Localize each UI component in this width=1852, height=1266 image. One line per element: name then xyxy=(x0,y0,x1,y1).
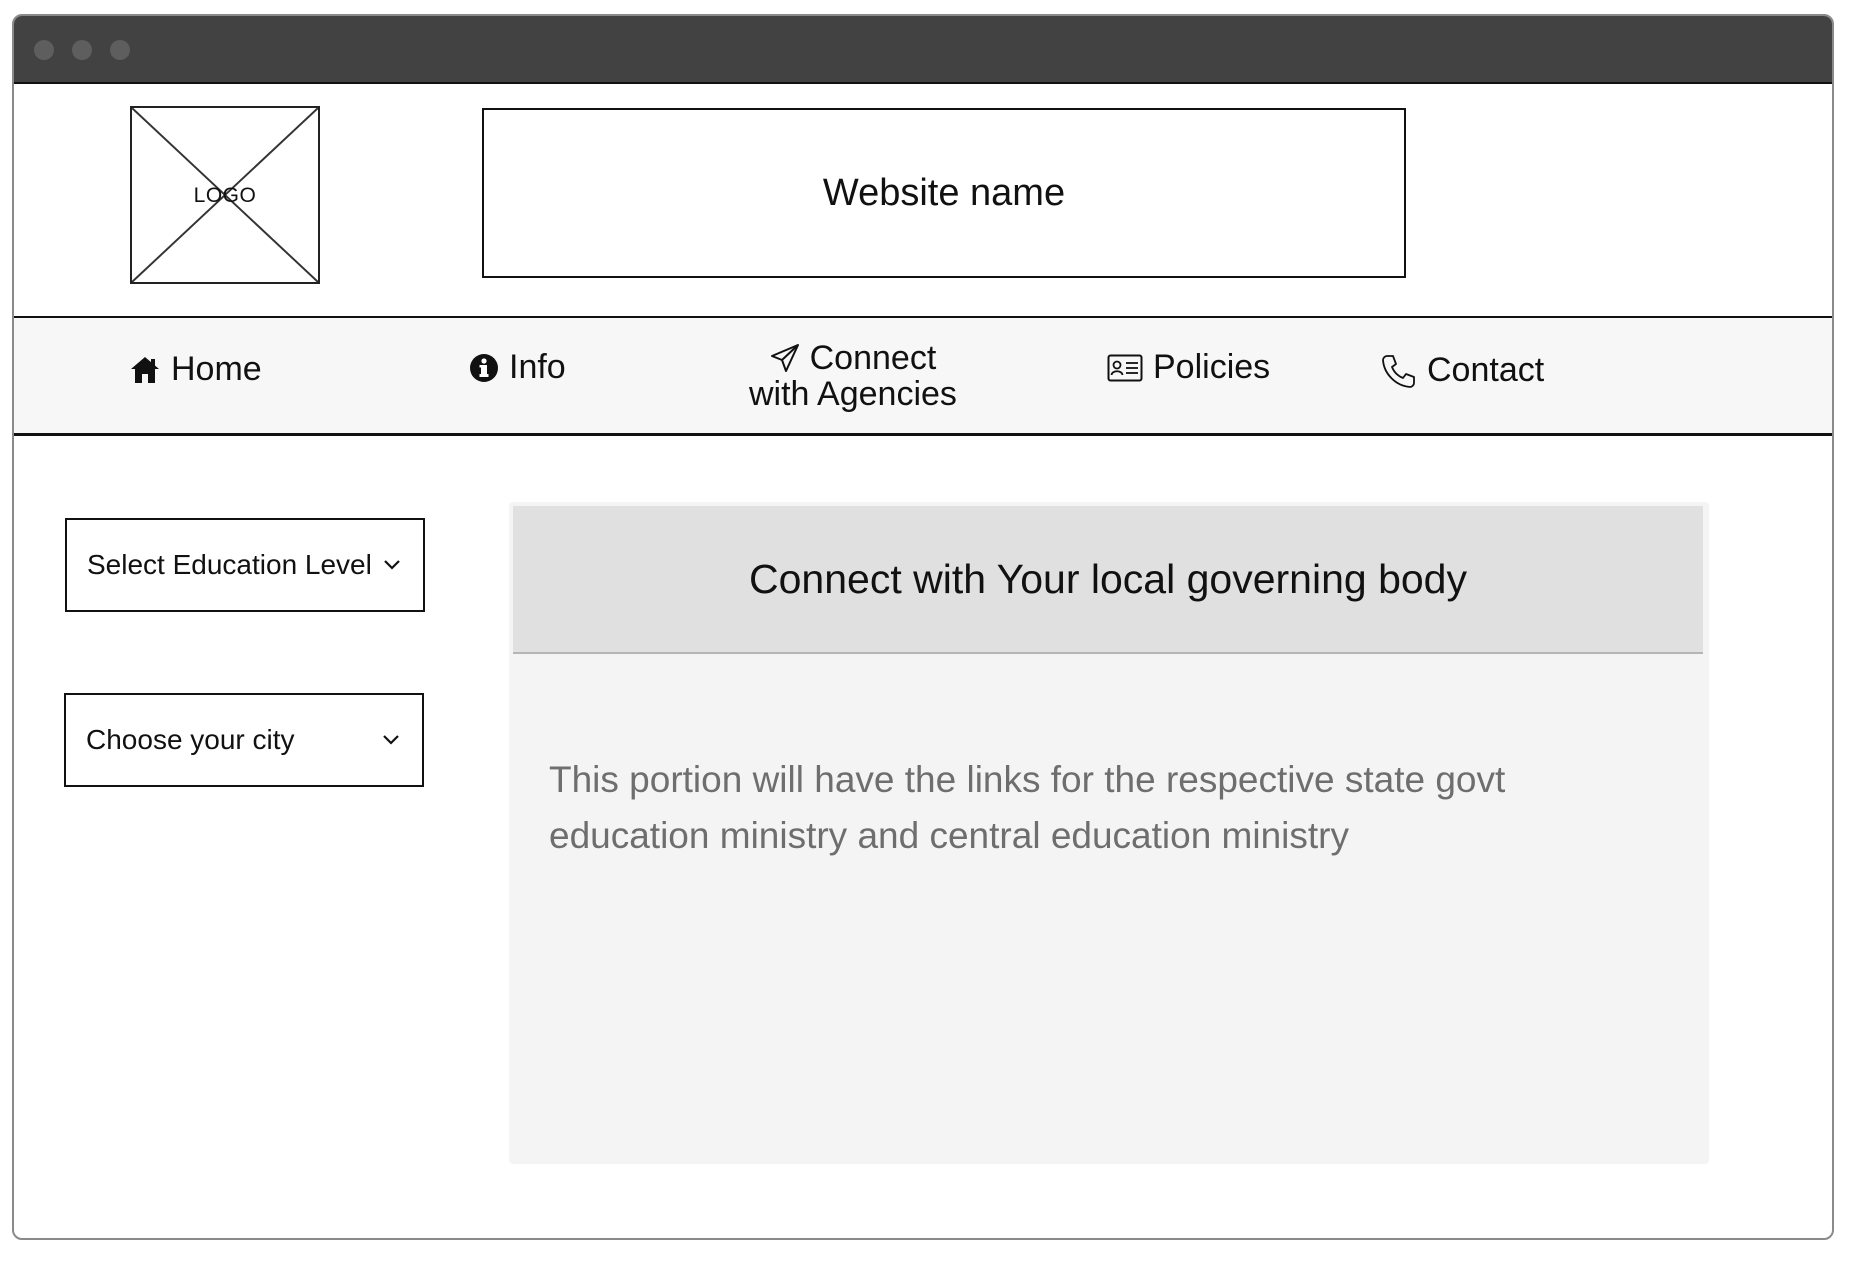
info-icon xyxy=(470,353,498,382)
nav-label-connect-row: Connect xyxy=(770,339,937,377)
panel-title: Connect with Your local governing body xyxy=(513,506,1703,654)
nav-label-contact: Contact xyxy=(1427,351,1545,389)
nav-item-connect-agencies[interactable]: Connect with Agencies xyxy=(749,340,957,412)
nav-label-policies: Policies xyxy=(1153,348,1271,386)
browser-window: LOGO Website name Home Info Connect with… xyxy=(12,14,1834,1240)
city-select[interactable]: Choose your city xyxy=(64,693,424,787)
chevron-down-icon xyxy=(383,735,399,745)
panel-body-text: This portion will have the links for the… xyxy=(549,759,1506,856)
window-maximize-dot[interactable] xyxy=(110,40,130,60)
content-panel: Connect with Your local governing body T… xyxy=(509,502,1709,1164)
education-level-select[interactable]: Select Education Level xyxy=(65,518,425,612)
city-select-value: Choose your city xyxy=(86,724,295,755)
nav-item-home[interactable]: Home xyxy=(129,350,262,389)
nav-label-with-agencies: with Agencies xyxy=(749,375,957,413)
nav-label-connect: Connect xyxy=(809,339,937,377)
site-header: LOGO Website name xyxy=(14,82,1832,318)
website-name: Website name xyxy=(482,108,1406,278)
chevron-down-icon xyxy=(384,560,400,570)
logo-label: LOGO xyxy=(193,184,257,207)
window-minimize-dot[interactable] xyxy=(72,40,92,60)
home-icon xyxy=(131,356,159,383)
window-close-dot[interactable] xyxy=(34,40,54,60)
id-card-icon xyxy=(1107,354,1143,381)
send-icon xyxy=(770,344,799,372)
nav-item-info[interactable]: Info xyxy=(469,348,566,387)
education-level-value: Select Education Level xyxy=(87,549,372,580)
phone-icon xyxy=(1382,354,1415,388)
nav-item-policies[interactable]: Policies xyxy=(1107,348,1270,387)
window-titlebar xyxy=(14,16,1832,82)
nav-label-info: Info xyxy=(509,348,566,386)
nav-label-home: Home xyxy=(171,350,262,388)
nav-item-contact[interactable]: Contact xyxy=(1381,351,1544,390)
main-nav: Home Info Connect with Agencies Policies… xyxy=(14,318,1832,436)
logo-placeholder[interactable]: LOGO xyxy=(130,106,320,284)
